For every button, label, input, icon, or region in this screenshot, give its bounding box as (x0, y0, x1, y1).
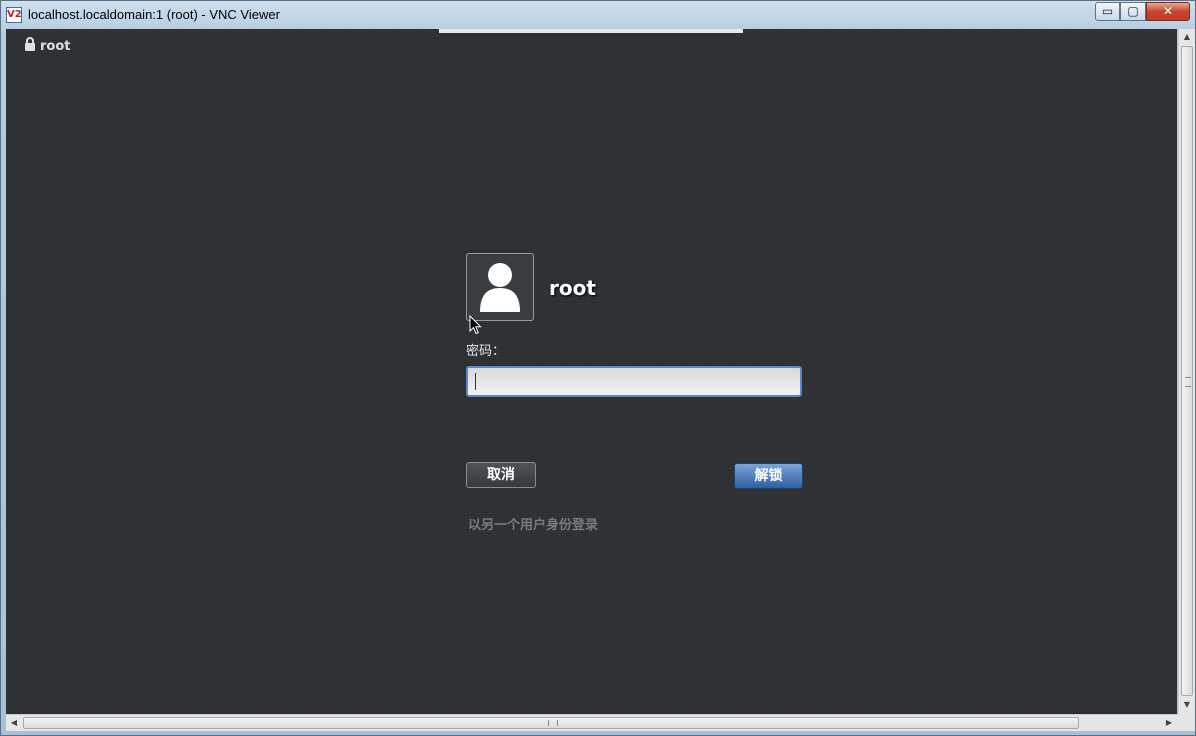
lock-icon (25, 37, 35, 51)
password-input[interactable] (466, 366, 802, 397)
vnc-viewer-window: V2 localhost.localdomain:1 (root) - VNC … (0, 0, 1196, 736)
unlock-button[interactable]: 解锁 (734, 463, 803, 489)
remote-lock-screen: root root 密码： 取消 解锁 以另一个用户身份登录 (6, 29, 1177, 714)
vnc-app-icon[interactable]: V2 (6, 7, 22, 23)
horizontal-scroll-thumb[interactable] (23, 717, 1079, 729)
close-button[interactable]: ✕ (1146, 2, 1190, 21)
cancel-button[interactable]: 取消 (466, 462, 536, 488)
grip-icon (548, 720, 558, 726)
password-label: 密码： (466, 344, 506, 359)
switch-user-link[interactable]: 以另一个用户身份登录 (468, 514, 598, 533)
scroll-right-icon[interactable]: ▶ (1161, 715, 1177, 731)
top-user-indicator: root (24, 37, 71, 54)
scroll-up-icon[interactable]: ▲ (1179, 29, 1195, 45)
horizontal-scrollbar[interactable]: ◀ ▶ (6, 714, 1178, 731)
window-title: localhost.localdomain:1 (root) - VNC Vie… (28, 7, 280, 22)
username: root (549, 276, 596, 300)
mouse-pointer-icon (469, 315, 482, 335)
top-user-label: root (40, 39, 71, 54)
text-caret (475, 373, 476, 390)
user-avatar-icon (466, 253, 534, 321)
resize-corner[interactable] (1178, 714, 1195, 731)
vertical-scrollbar[interactable]: ▲ ▼ (1178, 29, 1195, 714)
grip-icon (1185, 377, 1191, 387)
scroll-down-icon[interactable]: ▼ (1179, 697, 1195, 713)
vertical-scroll-thumb[interactable] (1181, 46, 1193, 696)
top-panel-indicator (439, 29, 743, 33)
scroll-left-icon[interactable]: ◀ (6, 715, 22, 731)
minimize-button[interactable]: ▭ (1095, 2, 1120, 21)
title-bar[interactable]: V2 localhost.localdomain:1 (root) - VNC … (1, 1, 1195, 29)
maximize-button[interactable]: ▢ (1120, 2, 1146, 21)
